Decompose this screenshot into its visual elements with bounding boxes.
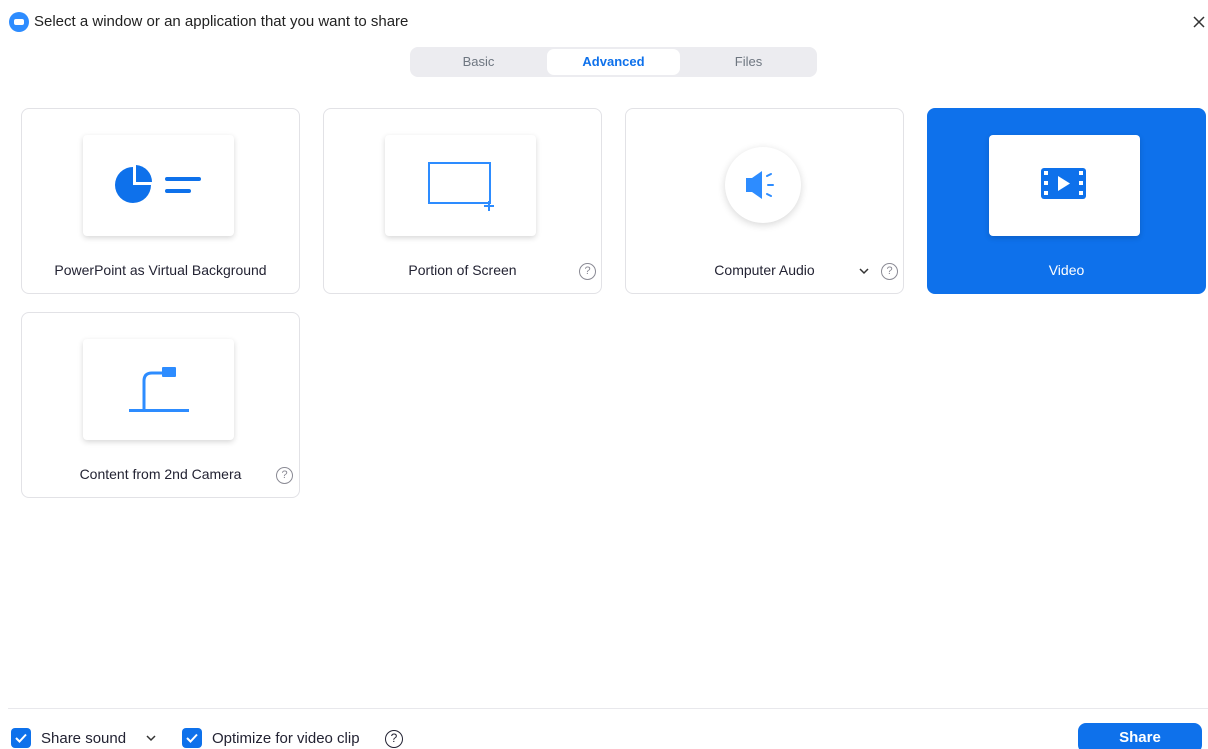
close-icon[interactable] xyxy=(1189,12,1208,32)
option-thumbnail xyxy=(725,147,801,223)
tab-files[interactable]: Files xyxy=(682,49,815,75)
document-camera-icon xyxy=(129,367,189,412)
optimize-video-checkbox[interactable] xyxy=(182,728,202,748)
share-button[interactable]: Share xyxy=(1078,723,1202,749)
option-label: Video xyxy=(1048,262,1085,278)
option-video[interactable]: Video xyxy=(927,108,1206,294)
help-icon[interactable]: ? xyxy=(276,467,293,484)
speaker-icon xyxy=(746,171,774,199)
window-title: Select a window or an application that y… xyxy=(34,13,409,30)
share-sound-label: Share sound xyxy=(41,730,127,747)
option-thumbnail xyxy=(83,135,234,236)
help-icon[interactable]: ? xyxy=(881,263,898,280)
chevron-down-icon[interactable] xyxy=(857,264,871,278)
checkmark-icon xyxy=(15,733,27,743)
option-thumbnail xyxy=(83,339,234,440)
footer-divider xyxy=(8,708,1208,709)
screen-portion-icon xyxy=(428,162,494,211)
video-file-icon xyxy=(1041,168,1086,199)
title-bar: Select a window or an application that y… xyxy=(0,0,1208,44)
option-portion-of-screen[interactable]: Portion of Screen ? xyxy=(323,108,602,294)
help-icon[interactable]: ? xyxy=(385,730,403,748)
option-thumbnail xyxy=(385,135,536,236)
chevron-down-icon[interactable] xyxy=(144,731,158,745)
tab-advanced[interactable]: Advanced xyxy=(547,49,680,75)
powerpoint-background-icon xyxy=(115,165,201,203)
optimize-video-label: Optimize for video clip xyxy=(212,730,360,747)
zoom-logo-icon xyxy=(9,12,29,32)
option-label: Portion of Screen xyxy=(408,262,517,278)
help-icon[interactable]: ? xyxy=(579,263,596,280)
tab-basic[interactable]: Basic xyxy=(412,49,545,75)
checkmark-icon xyxy=(186,733,198,743)
option-powerpoint-background[interactable]: PowerPoint as Virtual Background xyxy=(21,108,300,294)
option-computer-audio[interactable]: Computer Audio ? xyxy=(625,108,904,294)
share-tabs: Basic Advanced Files xyxy=(410,47,817,77)
option-label: PowerPoint as Virtual Background xyxy=(54,262,267,278)
option-second-camera[interactable]: Content from 2nd Camera ? xyxy=(21,312,300,498)
option-thumbnail xyxy=(989,135,1140,236)
share-sound-checkbox[interactable] xyxy=(11,728,31,748)
option-label: Content from 2nd Camera xyxy=(79,466,242,482)
